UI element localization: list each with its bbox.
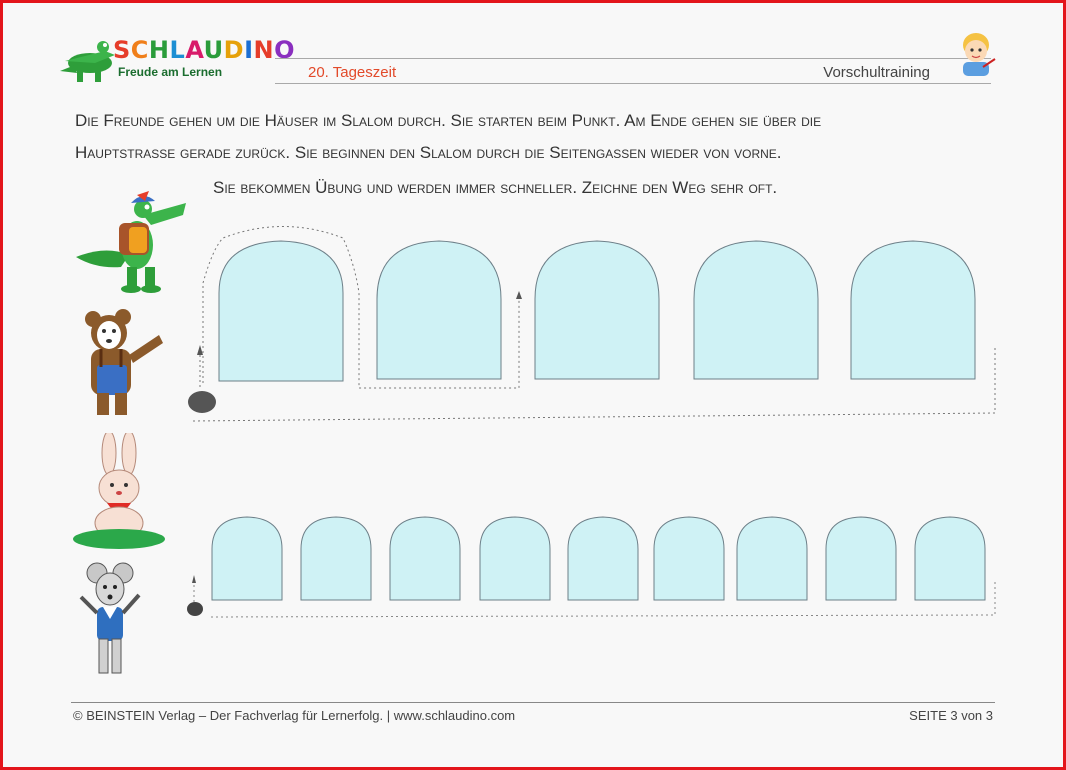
house-row-2: [211, 516, 986, 601]
house: [376, 240, 502, 380]
footer-page-number: SEITE 3 von 3: [909, 708, 993, 723]
house: [218, 240, 344, 382]
house: [211, 516, 283, 601]
house: [479, 516, 551, 601]
start-dot: [187, 602, 203, 616]
footer-publisher: © BEINSTEIN Verlag – Der Fachverlag für …: [73, 708, 516, 723]
house: [300, 516, 372, 601]
house: [850, 240, 976, 380]
house: [567, 516, 639, 601]
house: [914, 516, 986, 601]
house: [736, 516, 808, 601]
house: [693, 240, 819, 380]
house-row-1: [218, 240, 976, 382]
house: [389, 516, 461, 601]
house: [534, 240, 660, 380]
arrow-up-icon: [197, 345, 203, 355]
worksheet-page: SCHLAUDINO Freude am Lernen 20. Tageszei…: [0, 0, 1066, 770]
start-dot: [188, 391, 216, 413]
house: [653, 516, 725, 601]
slalom-exercise: [187, 226, 996, 618]
footer-rule: [71, 702, 995, 703]
arrow-up-icon: [192, 575, 196, 583]
arrow-up-icon: [516, 291, 522, 299]
house: [825, 516, 897, 601]
